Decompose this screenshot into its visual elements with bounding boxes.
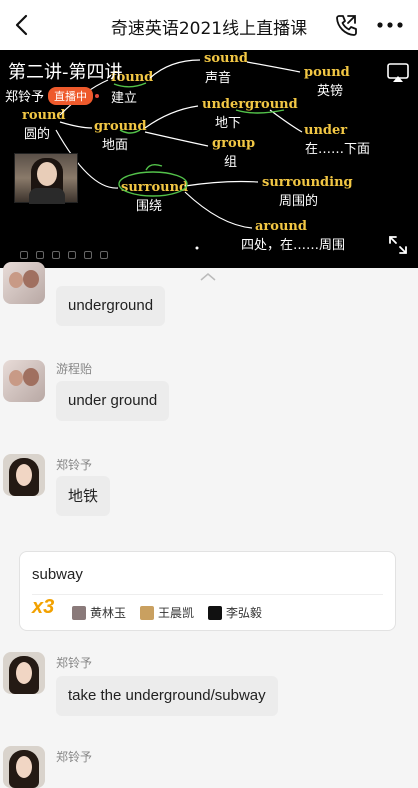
user-name: 李弘毅 (226, 606, 263, 620)
board-meaning: 在……下面 (305, 142, 370, 157)
board-word: group (212, 136, 255, 151)
more-button[interactable] (376, 12, 404, 38)
board-meaning: 周围的 (279, 193, 318, 209)
host-name: 郑铃予 (5, 90, 45, 105)
expand-icon (389, 236, 407, 254)
board-meaning: 英镑 (317, 83, 343, 99)
repeat-user[interactable]: 李弘毅 (208, 604, 262, 621)
repeat-message-card[interactable]: subway x3 黄林玉 王晨凯 李弘毅 (19, 551, 396, 631)
fullscreen-button[interactable] (386, 233, 410, 257)
top-bar: 奇速英语2021线上直播课 (0, 0, 418, 50)
avatar (72, 605, 86, 620)
board-word: ground (94, 119, 147, 134)
message-bubble: take the underground/subway (56, 676, 278, 716)
board-meaning: 围绕 (136, 199, 162, 214)
sender-name: 游程贻 (56, 362, 93, 376)
board-word: surrounding (262, 175, 353, 190)
host-info: 郑铃予 直播中 (5, 86, 94, 105)
board-toolbar (20, 251, 108, 259)
teacher-webcam[interactable] (14, 153, 78, 204)
more-dots-icon (377, 22, 403, 28)
board-meaning: 地下 (215, 116, 241, 131)
sender-name: 郑铃予 (56, 458, 93, 472)
message-bubble: under ground (56, 381, 170, 421)
board-word: under (304, 123, 347, 138)
board-meaning: 建立 (111, 91, 137, 106)
repeat-user[interactable]: 王晨凯 (140, 604, 194, 621)
repeat-message-text: subway (32, 566, 83, 583)
avatar[interactable] (3, 652, 45, 694)
chevron-up-icon[interactable] (199, 272, 217, 282)
repeat-user[interactable]: 黄林玉 (72, 604, 126, 621)
tool-icon[interactable] (52, 251, 60, 259)
call-button[interactable] (333, 12, 359, 38)
user-name: 黄林玉 (90, 606, 127, 620)
tool-icon[interactable] (68, 251, 76, 259)
repeat-users: 黄林玉 王晨凯 李弘毅 (72, 604, 262, 621)
avatar[interactable] (3, 746, 45, 788)
avatar[interactable] (3, 262, 45, 304)
cast-button[interactable] (386, 62, 410, 84)
phone-video-icon (336, 15, 357, 36)
tool-icon[interactable] (100, 251, 108, 259)
board-word: around (255, 219, 307, 234)
repeat-count: x3 (32, 596, 55, 618)
board-meaning: 地面 (102, 138, 128, 153)
live-badge: 直播中 (48, 86, 94, 105)
lesson-title: 第二讲-第四讲 (8, 62, 123, 83)
avatar (208, 605, 223, 620)
user-name: 王晨凯 (158, 606, 195, 620)
board-word: pound (304, 65, 350, 80)
avatar[interactable] (3, 360, 45, 402)
board-meaning: 圆的 (24, 126, 50, 142)
message-bubble: underground (56, 286, 166, 326)
sender-name: 郑铃予 (56, 656, 93, 670)
live-video-player[interactable]: round found sound pound ground undergrou… (0, 50, 418, 268)
chat-panel[interactable]: underground 游程贻 under ground 郑铃予 地铁 subw… (0, 262, 418, 788)
tool-icon[interactable] (36, 251, 44, 259)
tool-icon[interactable] (20, 251, 28, 259)
board-word: sound (204, 51, 248, 66)
avatar (140, 605, 155, 620)
board-meaning: 组 (224, 155, 237, 170)
divider (32, 594, 383, 595)
message-bubble: 地铁 (56, 476, 111, 516)
tool-icon[interactable] (84, 251, 92, 259)
sender-name: 郑铃予 (56, 750, 93, 764)
airplay-icon (387, 63, 409, 82)
board-meaning: 四处，在……周围 (241, 238, 345, 253)
board-meaning: 声音 (205, 70, 231, 86)
avatar[interactable] (3, 454, 45, 496)
board-word: round (22, 108, 66, 123)
